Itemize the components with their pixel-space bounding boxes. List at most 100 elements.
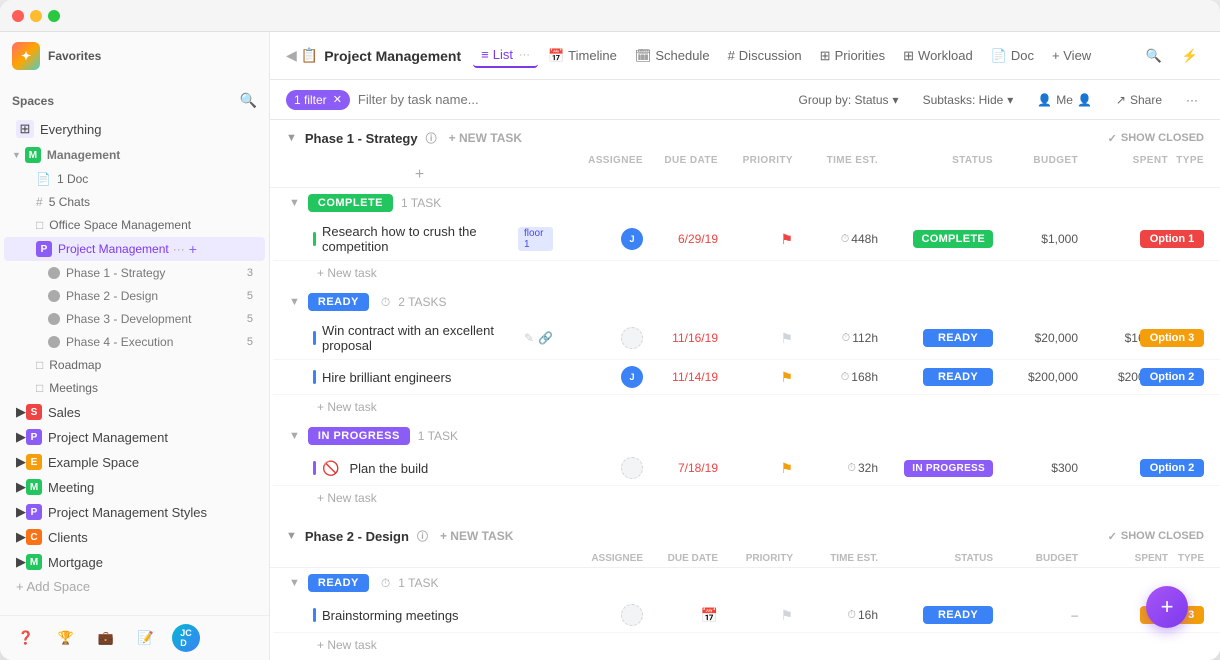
page-title: Project Management <box>324 48 461 64</box>
phase2-collapse-icon[interactable]: ▼ <box>286 530 297 542</box>
nav-priorities[interactable]: ⊞ Priorities <box>812 44 893 68</box>
group-complete-header[interactable]: ▼ COMPLETE 1 TASK <box>273 188 1220 218</box>
sidebar-search-icon[interactable]: 🔍 <box>240 92 257 109</box>
filter-input[interactable] <box>358 92 785 107</box>
type-badge[interactable]: Option 2 <box>1140 459 1204 477</box>
more-btn[interactable]: ··· <box>1180 90 1204 110</box>
group-inprogress: ▼ IN PROGRESS 1 TASK 🚫 Plan the build <box>270 421 1220 510</box>
task-budget-cell: – <box>993 608 1078 622</box>
subtasks-btn[interactable]: Subtasks: Hide ▾ <box>917 90 1020 110</box>
sidebar-item-phase2[interactable]: Phase 2 - Design 5 <box>4 285 265 307</box>
group-ready-header[interactable]: ▼ READY ⏱ 2 TASKS <box>273 287 1220 317</box>
inprogress-new-task-row[interactable]: + New task <box>273 486 1220 510</box>
sidebar-item-meeting[interactable]: ▶ M Meeting <box>4 475 265 499</box>
p2-col-duedate: DUE DATE <box>643 553 718 564</box>
share-btn[interactable]: ↗ Share <box>1110 90 1168 110</box>
p2-col-budget: BUDGET <box>993 553 1078 564</box>
edit-icon[interactable]: ✎ <box>524 331 534 345</box>
sidebar: ✦ Favorites Spaces 🔍 ⊞ Everything ▼ M Ma… <box>0 32 270 660</box>
nav-add-view[interactable]: + View <box>1044 44 1099 67</box>
sidebar-item-phase1[interactable]: Phase 1 - Strategy 3 <box>4 262 265 284</box>
nav-list[interactable]: ≡ List ··· <box>473 43 538 68</box>
task-type-cell[interactable]: Option 1 <box>1168 230 1204 248</box>
ready-new-task-row[interactable]: + New task <box>273 395 1220 419</box>
sidebar-item-phase3[interactable]: Phase 3 - Development 5 <box>4 308 265 330</box>
sidebar-add-space[interactable]: + Add Space <box>4 575 265 598</box>
group-inprogress-header[interactable]: ▼ IN PROGRESS 1 TASK <box>273 421 1220 451</box>
inprogress-toggle-icon[interactable]: ▼ <box>289 430 300 442</box>
phase1-collapse-icon[interactable]: ▼ <box>286 132 297 144</box>
link-icon[interactable]: 🔗 <box>538 331 553 345</box>
task-status-cell: IN PROGRESS <box>878 460 993 477</box>
table-row: Research how to crush the competition fl… <box>273 218 1220 261</box>
meetings-label: Meetings <box>49 381 98 395</box>
sidebar-item-office-space[interactable]: □ Office Space Management <box>4 214 265 236</box>
p2-col-priority: PRIORITY <box>718 553 793 564</box>
user-avatar[interactable]: JCD <box>172 624 200 652</box>
nav-timeline[interactable]: 📅 Timeline <box>540 44 625 68</box>
col-header-add[interactable]: + <box>286 166 553 184</box>
ready-p2-toggle-icon[interactable]: ▼ <box>289 577 300 589</box>
sidebar-management[interactable]: ▼ M Management <box>0 143 269 167</box>
floating-add-button[interactable]: + <box>1146 586 1188 628</box>
type-badge[interactable]: Option 2 <box>1140 368 1204 386</box>
workload-icon: ⊞ <box>903 48 914 64</box>
task-status-cell: READY <box>878 606 993 624</box>
briefcase-icon[interactable]: 💼 <box>92 624 120 652</box>
type-badge[interactable]: Option 3 <box>1140 329 1204 347</box>
sidebar-item-proj-mgmt2[interactable]: ▶ P Project Management <box>4 425 265 449</box>
task-priority-cell: ⚑ <box>718 607 793 624</box>
trophy-icon[interactable]: 🏆 <box>52 624 80 652</box>
nav-schedule[interactable]: 🗓 Schedule <box>627 44 718 68</box>
share-label: Share <box>1130 93 1162 107</box>
nav-workload[interactable]: ⊞ Workload <box>895 44 981 68</box>
sidebar-item-chats[interactable]: # 5 Chats <box>4 191 265 213</box>
filter-clear-icon[interactable]: ✕ <box>333 93 342 106</box>
ready-toggle-icon[interactable]: ▼ <box>289 296 300 308</box>
phase2-show-closed[interactable]: ✓ SHOW CLOSED <box>1108 530 1204 543</box>
type-badge[interactable]: Option 1 <box>1140 230 1204 248</box>
task-due-cell: 11/14/19 <box>643 370 718 384</box>
sidebar-item-clients[interactable]: ▶ C Clients <box>4 525 265 549</box>
sidebar-item-phase4[interactable]: Phase 4 - Execution 5 <box>4 331 265 353</box>
timeline-icon: 📅 <box>548 48 564 64</box>
ready-p2-new-task-row[interactable]: + New task <box>273 633 1220 657</box>
sidebar-item-sales[interactable]: ▶ S Sales <box>4 400 265 424</box>
sidebar-item-everything[interactable]: ⊞ Everything <box>4 116 265 142</box>
search-icon[interactable]: 🔍 <box>1140 42 1168 70</box>
sidebar-item-project-management[interactable]: P Project Management ··· + <box>4 237 265 261</box>
group-ready-p2-header[interactable]: ▼ READY ⏱ 1 TASK <box>273 568 1220 598</box>
sidebar-item-meetings[interactable]: □ Meetings <box>4 377 265 399</box>
task-type-cell[interactable]: Option 2 <box>1168 459 1204 477</box>
filter-badge[interactable]: 1 filter ✕ <box>286 90 350 110</box>
sidebar-item-doc[interactable]: 📄 1 Doc <box>4 168 265 190</box>
help-icon[interactable]: ❓ <box>12 624 40 652</box>
group-ready-p2: ▼ READY ⏱ 1 TASK Brainstorming meetings <box>270 568 1220 657</box>
inprogress-task-count: 1 TASK <box>418 429 458 443</box>
bolt-icon[interactable]: ⚡ <box>1176 42 1204 70</box>
phase2-new-task[interactable]: + NEW TASK <box>440 529 513 543</box>
nav-discussion[interactable]: # Discussion <box>720 44 810 67</box>
sidebar-item-pm-styles[interactable]: ▶ P Project Management Styles <box>4 500 265 524</box>
task-type-cell[interactable]: Option 3 <box>1168 329 1204 347</box>
spaces-label: Spaces <box>12 94 54 108</box>
sidebar-item-roadmap[interactable]: □ Roadmap <box>4 354 265 376</box>
sidebar-item-example-space[interactable]: ▶ E Example Space <box>4 450 265 474</box>
task-priority-cell: ⚑ <box>718 330 793 347</box>
chats-label: 5 Chats <box>49 195 90 209</box>
flag-icon: ⚑ <box>780 330 793 347</box>
group-by-btn[interactable]: Group by: Status ▾ <box>793 90 905 110</box>
complete-toggle-icon[interactable]: ▼ <box>289 197 300 209</box>
sidebar-toggle-icon[interactable]: ◀ <box>286 47 297 64</box>
task-type-cell[interactable]: Option 2 <box>1168 368 1204 386</box>
nav-doc[interactable]: 📄 Doc <box>983 44 1042 68</box>
list-more-icon[interactable]: ··· <box>519 49 530 61</box>
notes-icon[interactable]: 📝 <box>132 624 160 652</box>
me-btn[interactable]: 👤 Me 👤 <box>1031 90 1098 110</box>
phase1-show-closed[interactable]: ✓ SHOW CLOSED <box>1108 132 1204 145</box>
sidebar-item-mortgage[interactable]: ▶ M Mortgage <box>4 550 265 574</box>
col-header-task <box>286 155 553 166</box>
complete-new-task-row[interactable]: + New task <box>273 261 1220 285</box>
phase1-new-task[interactable]: + NEW TASK <box>449 131 522 145</box>
me-icon: 👤 <box>1037 93 1052 107</box>
